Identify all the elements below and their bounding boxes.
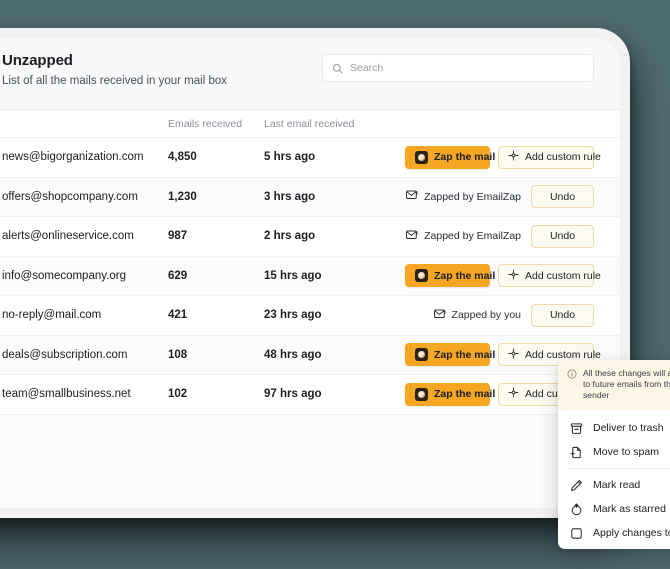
envelope-check-icon [433,309,446,322]
pencil-icon [570,479,583,492]
cell-emails-received: 1,230 [168,190,197,203]
add-custom-rule-button[interactable]: Add custom rule [498,145,601,169]
zap-icon [415,150,428,164]
cell-sender: no-reply@mail.com [2,309,102,322]
rule-node-icon [508,150,519,164]
cell-sender: offers@shopcompany.com [2,190,138,203]
envelope-check-icon [406,190,418,203]
menu-item-label: Move to spam [593,446,659,458]
column-header-last-email-received: Last email received [264,117,355,130]
table-row[interactable]: deals@subscription.com 108 48 hrs ago Za… [0,335,620,375]
zap-the-mail-button[interactable]: Zap the mail [405,264,495,288]
cell-sender: alerts@onlineservice.com [2,230,134,243]
cell-emails-received: 102 [168,388,188,401]
menu-info-note-text: All these changes will apply to future e… [583,368,670,400]
cell-actions: Zapped by EmailZap Undo [386,185,594,209]
app-header: Unzapped List of all the mails received … [0,38,620,110]
zap-the-mail-button[interactable]: Zap the mail [405,145,495,169]
trash-icon [570,422,583,435]
zap-the-mail-button[interactable]: Zap the mail [405,382,495,406]
action-dropdown-menu: All these changes will apply to future e… [558,360,670,549]
cell-emails-received: 108 [168,348,188,361]
search-icon [332,63,343,74]
menu-divider [569,468,670,469]
cell-last-email-received: 5 hrs ago [264,151,316,164]
menu-item-label: Apply changes to [593,527,670,539]
search-box[interactable] [322,54,594,82]
cell-sender: team@smallbusiness.net [2,388,131,401]
cell-last-email-received: 48 hrs ago [264,348,322,361]
zap-icon [415,348,428,362]
zapped-status-label: Zapped by you [451,309,521,322]
zapped-status: Zapped by EmailZap [406,230,521,243]
zap-button-label: Zap the mail [434,269,496,282]
menu-item-mark-read[interactable]: Mark read [558,473,670,497]
info-icon [567,368,577,401]
menu-item-label: Deliver to trash [593,422,664,434]
column-header-emails-received: Emails received [168,117,243,130]
envelope-check-icon [406,230,418,243]
table-row[interactable]: offers@shopcompany.com 1,230 3 hrs ago Z… [0,177,620,217]
menu-item-move-to-spam[interactable]: Move to spam [558,440,670,464]
zapped-status: Zapped by EmailZap [406,190,521,203]
menu-info-note: All these changes will apply to future e… [558,360,670,410]
zap-icon [415,387,428,401]
zapped-status-label: Zapped by EmailZap [424,190,521,203]
zap-button-label: Zap the mail [434,388,496,401]
table-header-row: Sender Emails received Last email receiv… [0,110,620,138]
star-circle-icon [570,502,583,516]
rule-button-label: Add custom rule [525,269,601,282]
menu-item-label: Mark read [593,479,641,491]
rule-button-label: Add custom rule [525,348,601,361]
zap-icon [415,269,428,283]
undo-button[interactable]: Undo [531,303,594,327]
spam-file-icon [570,446,583,459]
rule-node-icon [508,348,519,362]
zap-the-mail-button[interactable]: Zap the mail [405,343,495,367]
senders-table: Sender Emails received Last email receiv… [0,110,620,508]
menu-item-apply-changes-to[interactable]: Apply changes to [558,521,670,545]
cell-actions: Zapped by EmailZap Undo [386,224,594,248]
menu-item-label: Mark as starred [593,503,666,515]
cell-emails-received: 629 [168,269,188,282]
table-row[interactable]: info@somecompany.org 629 15 hrs ago Zap … [0,256,620,296]
cell-emails-received: 421 [168,309,188,322]
cell-last-email-received: 23 hrs ago [264,309,322,322]
table-row[interactable]: team@smallbusiness.net 102 97 hrs ago Za… [0,375,620,415]
menu-item-deliver-to-trash[interactable]: Deliver to trash [558,416,670,440]
cell-actions: Zap the mail Add custom rule [386,145,601,169]
zap-button-label: Zap the mail [434,151,496,164]
cell-last-email-received: 3 hrs ago [264,190,316,203]
table-row[interactable]: no-reply@mail.com 421 23 hrs ago Zapped … [0,296,620,336]
undo-button[interactable]: Undo [531,185,594,209]
zapped-status-label: Zapped by EmailZap [424,230,521,243]
cell-last-email-received: 97 hrs ago [264,388,322,401]
device-frame: Unzapped List of all the mails received … [0,28,630,518]
cell-emails-received: 987 [168,230,188,243]
cell-last-email-received: 15 hrs ago [264,269,322,282]
rule-button-label: Add custom rule [525,151,601,164]
rule-node-icon [508,387,519,401]
undo-button[interactable]: Undo [531,224,594,248]
cell-sender: news@bigorganization.com [2,151,144,164]
checkbox-icon [570,527,583,540]
table-row[interactable]: alerts@onlineservice.com 987 2 hrs ago Z… [0,217,620,257]
rule-node-icon [508,269,519,283]
cell-sender: info@somecompany.org [2,269,126,282]
device-screen: Unzapped List of all the mails received … [0,38,620,508]
cell-last-email-received: 2 hrs ago [264,230,316,243]
zap-button-label: Zap the mail [434,348,496,361]
cell-actions: Zap the mail Add custom rule [386,264,601,288]
table-empty-area [0,414,620,508]
add-custom-rule-button[interactable]: Add custom rule [498,264,601,288]
cell-actions: Zapped by you Undo [386,303,594,327]
cell-emails-received: 4,850 [168,151,197,164]
table-row[interactable]: news@bigorganization.com 4,850 5 hrs ago… [0,138,620,178]
zapped-status: Zapped by you [433,309,521,322]
menu-item-mark-as-starred[interactable]: Mark as starred [558,497,670,521]
search-input[interactable] [350,62,584,74]
cell-sender: deals@subscription.com [2,348,128,361]
